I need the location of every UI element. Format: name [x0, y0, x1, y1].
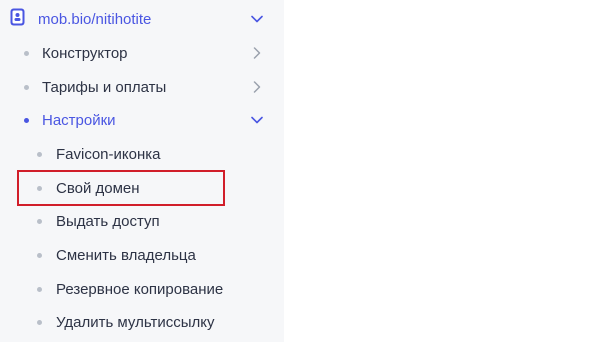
site-label: mob.bio/nitihotite	[38, 10, 152, 28]
submenu-item-label: Сменить владельца	[56, 246, 196, 264]
submenu-item-label: Удалить мультиссылку	[56, 313, 215, 331]
sidebar: mob.bio/nitihotite Конструктор Тарифы и …	[0, 0, 284, 342]
menu-item-label: Тарифы и оплаты	[42, 78, 167, 96]
bullet-dot	[37, 151, 42, 157]
bullet-dot	[37, 286, 42, 292]
chevron-right-icon[interactable]	[250, 80, 264, 94]
submenu-item-backup[interactable]: Резервное копирование	[0, 275, 284, 303]
bullet-dot	[24, 84, 29, 90]
submenu-item-label: Favicon-иконка	[56, 145, 161, 163]
menu-item-label: Настройки	[42, 111, 116, 129]
submenu-item-label: Резервное копирование	[56, 280, 224, 298]
bullet-dot	[37, 185, 42, 191]
submenu-item-label: Свой домен	[56, 179, 140, 197]
chevron-down-icon[interactable]	[250, 12, 264, 26]
submenu-item-label: Выдать доступ	[56, 212, 160, 230]
bullet-dot	[37, 252, 42, 258]
chevron-right-icon[interactable]	[250, 46, 264, 60]
submenu-item-grant-access[interactable]: Выдать доступ	[0, 207, 284, 235]
bullet-dot	[24, 50, 29, 56]
bullet-dot	[24, 117, 29, 123]
submenu-item-delete-multilink[interactable]: Удалить мультиссылку	[0, 308, 284, 336]
site-row[interactable]: mob.bio/nitihotite	[0, 5, 284, 33]
menu-item-settings[interactable]: Настройки	[0, 106, 284, 134]
menu-item-label: Конструктор	[42, 44, 128, 62]
menu-item-constructor[interactable]: Конструктор	[0, 39, 284, 67]
submenu-item-custom-domain[interactable]: Свой домен	[0, 174, 284, 202]
menu-item-tariffs[interactable]: Тарифы и оплаты	[0, 73, 284, 101]
bullet-dot	[37, 319, 42, 325]
submenu-item-change-owner[interactable]: Сменить владельца	[0, 241, 284, 269]
chevron-down-icon[interactable]	[250, 113, 264, 127]
submenu-item-favicon[interactable]: Favicon-иконка	[0, 140, 284, 168]
phone-icon	[10, 8, 25, 31]
bullet-dot	[37, 218, 42, 224]
